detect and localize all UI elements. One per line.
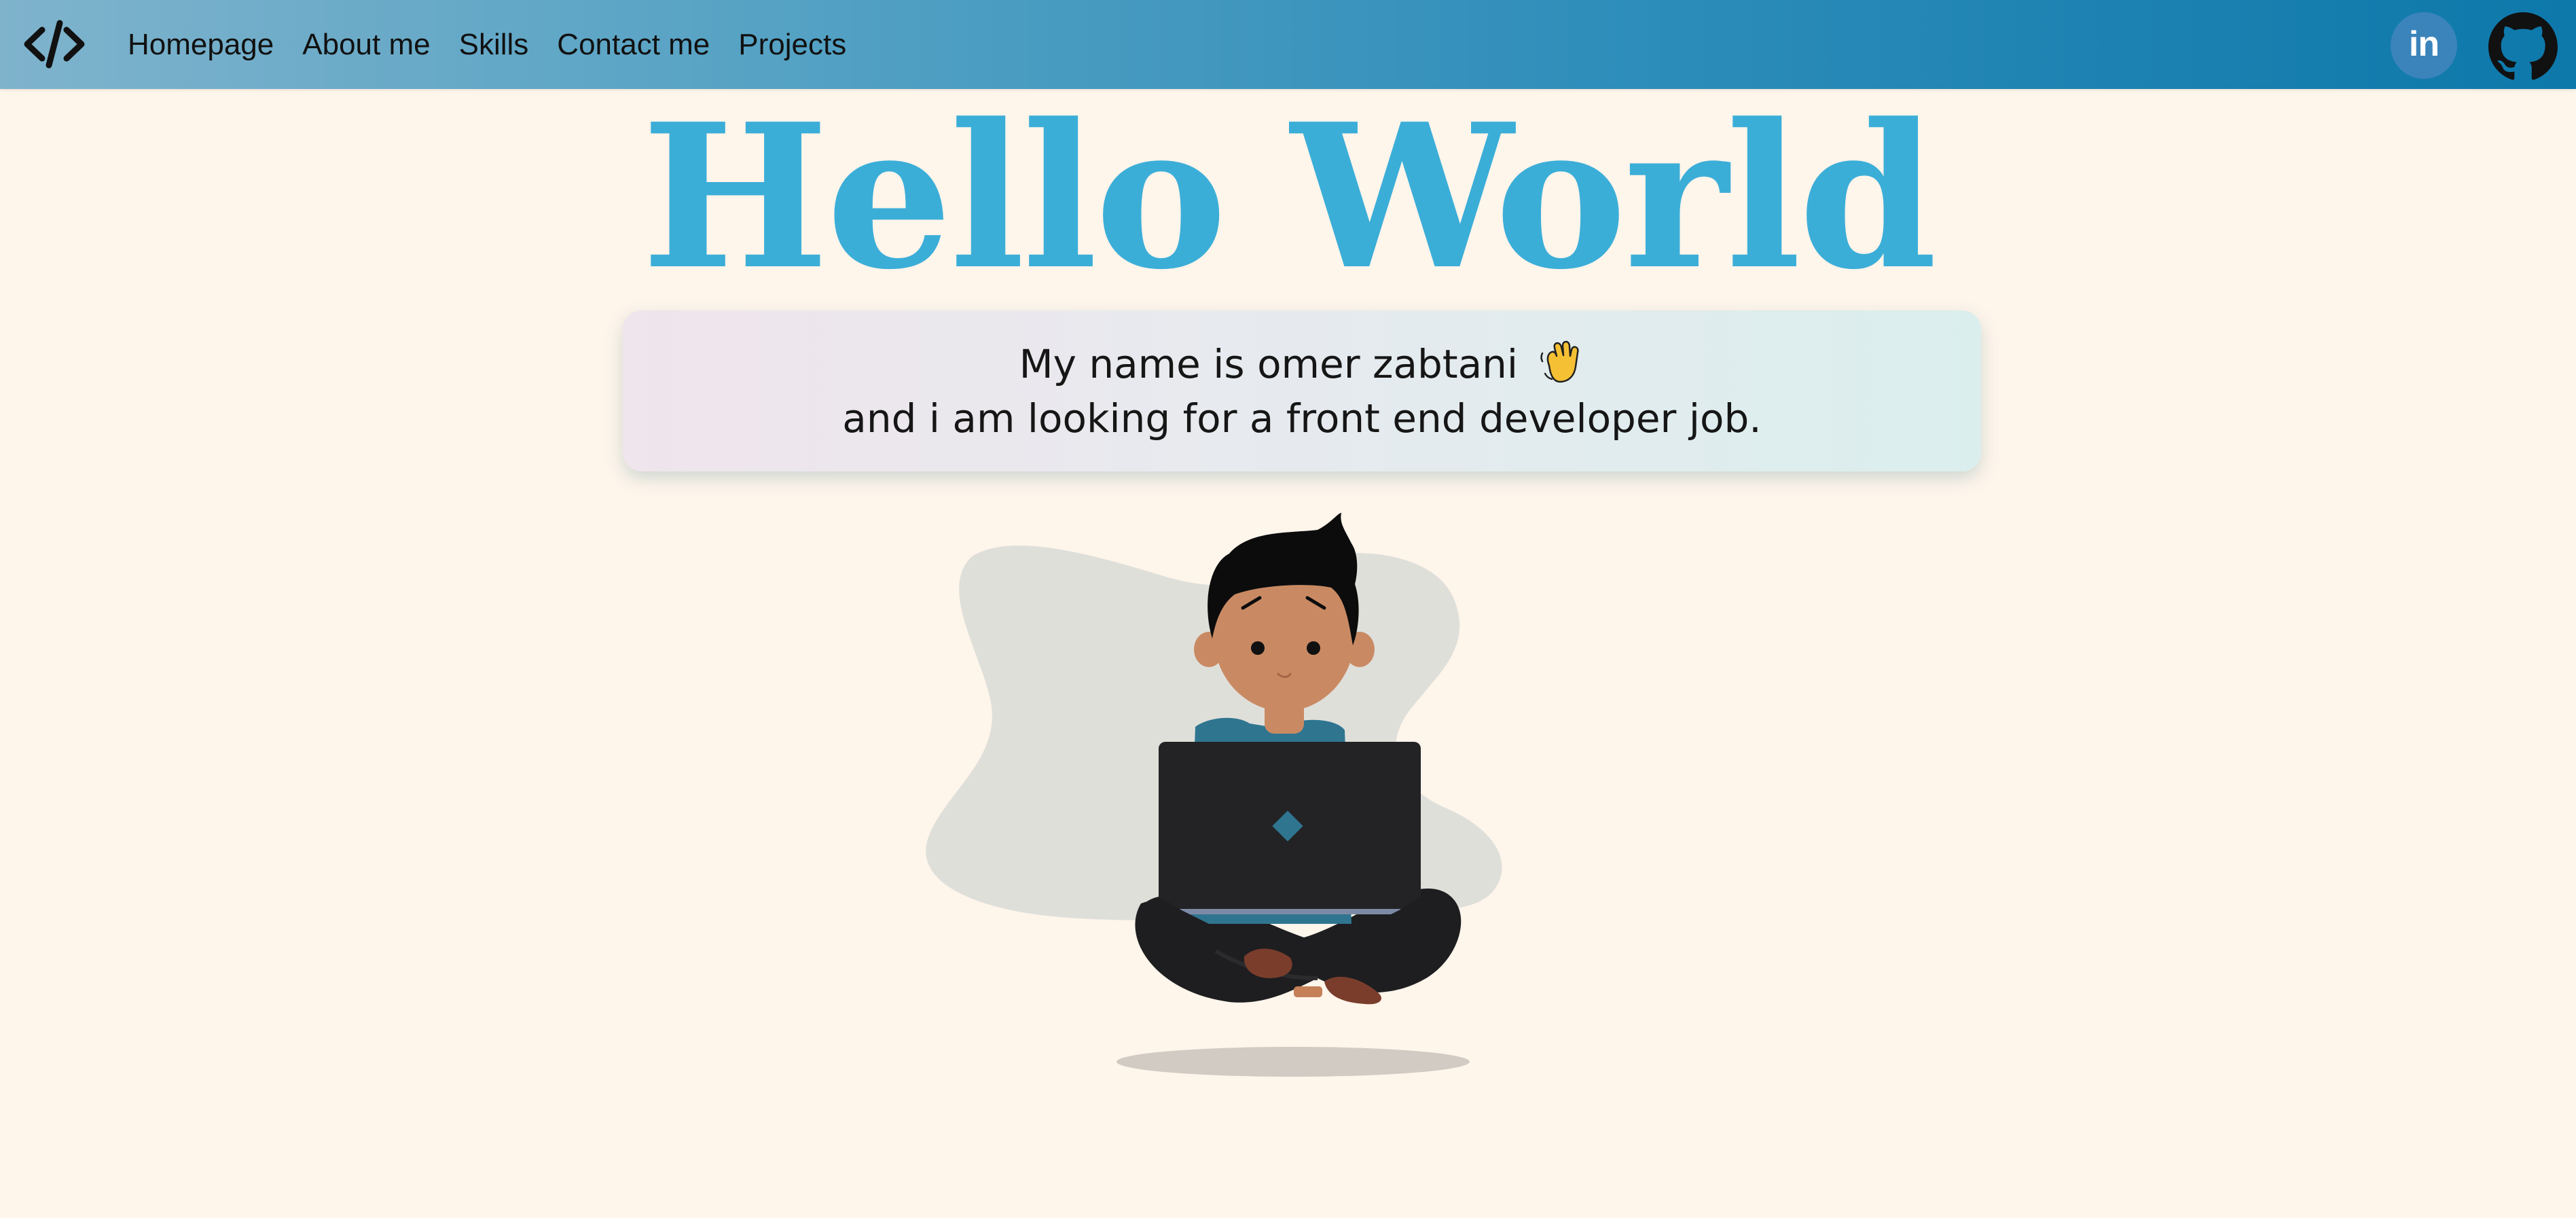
developer-with-laptop-illustration <box>926 513 1502 1077</box>
page: Homepage About me Skills Contact me Proj… <box>0 0 2576 1218</box>
code-slash-icon[interactable] <box>22 18 87 71</box>
left-eye <box>1251 641 1265 655</box>
intro-line-2: and i am looking for a front end develop… <box>842 395 1762 442</box>
waving-hand-icon <box>1540 340 1580 382</box>
linkedin-label: in <box>2408 24 2439 64</box>
intro-line-1: My name is omer zabtani <box>1019 337 1585 391</box>
navbar: Homepage About me Skills Contact me Proj… <box>0 0 2576 89</box>
right-eye <box>1307 641 1320 655</box>
hero-title: Hello World <box>641 80 1938 313</box>
nav-link-projects[interactable]: Projects <box>738 28 846 62</box>
intro-name-text: My name is omer zabtani <box>1019 340 1518 387</box>
github-icon[interactable] <box>2488 12 2558 82</box>
nav-link-skills[interactable]: Skills <box>459 28 529 62</box>
nav-link-about-me[interactable]: About me <box>302 28 430 62</box>
nav-link-homepage[interactable]: Homepage <box>128 28 274 62</box>
linkedin-icon[interactable]: in <box>2391 12 2457 79</box>
floor-shadow <box>1117 1047 1470 1077</box>
nav-links: Homepage About me Skills Contact me Proj… <box>128 0 846 89</box>
intro-card: My name is omer zabtani and i am looking… <box>623 310 1981 471</box>
nav-link-contact-me[interactable]: Contact me <box>557 28 710 62</box>
laptop-base <box>1160 909 1419 914</box>
